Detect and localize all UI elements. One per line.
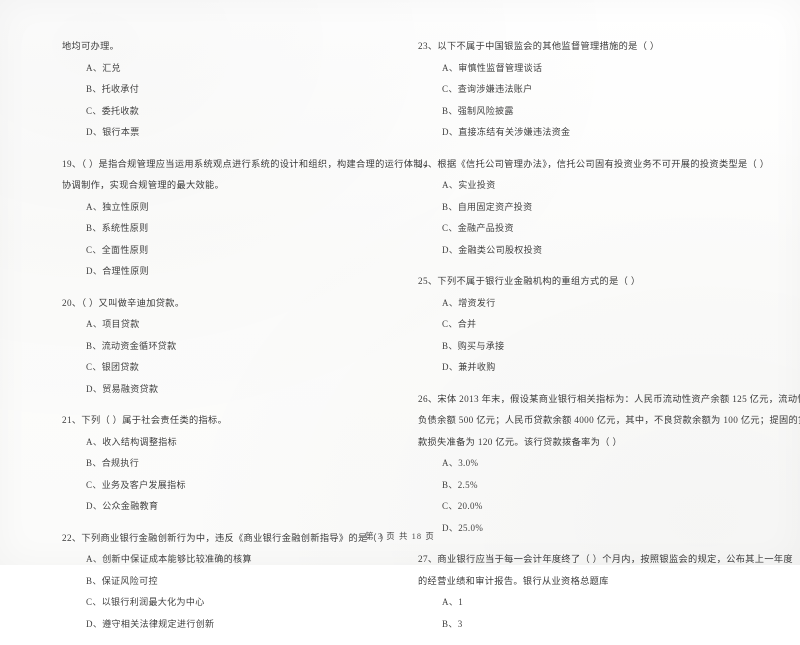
option-item[interactable]: B、强制风险披露 [418, 101, 728, 123]
question-block-24: 24、根据《信托公司管理办法》，信托公司固有投资业务不可开展的投资类型是（ ） … [418, 154, 770, 262]
option-item[interactable]: A、独立性原则 [62, 197, 372, 219]
question-stem-line: 19、（ ）是指合规管理应当运用系统观点进行系统的设计和组织，构建合理的运行体制… [62, 158, 433, 169]
option-item[interactable]: B、系统性原则 [62, 218, 372, 240]
question-block-continuation: 地均可办理。 A、汇兑 B、托收承付 C、委托收款 D、银行本票 [62, 36, 372, 144]
option-item[interactable]: C、委托收款 [62, 101, 372, 123]
option-item[interactable]: A、增资发行 [418, 293, 728, 315]
option-item[interactable]: A、3.0% [418, 453, 728, 475]
option-item[interactable]: D、合理性原则 [62, 261, 372, 283]
option-item[interactable]: B、自用固定资产投资 [418, 197, 728, 219]
page-number-footer: 第 3 页 共 18 页 [365, 532, 435, 541]
option-item[interactable]: C、20.0% [418, 496, 728, 518]
option-item[interactable]: B、合规执行 [62, 453, 372, 475]
continuation-stem-text: 地均可办理。 [62, 41, 120, 51]
option-list-20: A、项目贷款 B、流动资金循环贷款 C、银团贷款 D、贸易融资贷款 [62, 314, 372, 400]
question-stem-line: 26、宋体 2013 年末，假设某商业银行相关指标为：人民币流动性资产余额 12… [418, 393, 800, 404]
option-item[interactable]: B、购买与承接 [418, 336, 728, 358]
question-block-26: 26、宋体 2013 年末，假设某商业银行相关指标为：人民币流动性资产余额 12… [418, 389, 800, 540]
option-item[interactable]: B、2.5% [418, 475, 728, 497]
question-block-20: 20、（ ）又叫做辛迪加贷款。 A、项目贷款 B、流动资金循环贷款 C、银团贷款… [62, 293, 372, 401]
option-item[interactable]: D、金融类公司股权投资 [418, 240, 728, 262]
question-block-21: 21、下列（ ）属于社会责任类的指标。 A、收入结构调整指标 B、合规执行 C、… [62, 410, 372, 518]
option-item[interactable]: D、贸易融资贷款 [62, 379, 372, 401]
question-stem-line: 25、下列不属于银行业金融机构的重组方式的是（ ） [418, 276, 641, 286]
left-question-column: 地均可办理。 A、汇兑 B、托收承付 C、委托收款 D、银行本票 19、（ ）是… [62, 36, 433, 645]
option-item[interactable]: A、项目贷款 [62, 314, 372, 336]
option-item[interactable]: D、直接冻结有关涉嫌违法资金 [418, 122, 728, 144]
option-item[interactable]: D、公众金融教育 [62, 496, 372, 518]
question-stem-line: 款损失准备为 120 亿元。该行贷款拨备率为（ ） [418, 436, 622, 447]
option-item[interactable]: C、查询涉嫌违法账户 [418, 79, 728, 101]
question-stem-line: 24、根据《信托公司管理办法》，信托公司固有投资业务不可开展的投资类型是（ ） [418, 158, 770, 169]
option-list-19: A、独立性原则 B、系统性原则 C、全面性原则 D、合理性原则 [62, 197, 372, 283]
question-stem-line: 23、以下不属于中国银监会的其他监督管理措施的是（ ） [418, 41, 660, 51]
option-list-25: A、增资发行 C、合并 B、购买与承接 D、兼并收购 [418, 293, 728, 379]
option-item[interactable]: D、遵守相关法律规定进行创新 [62, 614, 372, 636]
continuation-option-list: A、汇兑 B、托收承付 C、委托收款 D、银行本票 [62, 58, 372, 144]
question-stem-line: 21、下列（ ）属于社会责任类的指标。 [62, 415, 228, 425]
question-block-23: 23、以下不属于中国银监会的其他监督管理措施的是（ ） A、审慎性监督管理谈话 … [418, 36, 728, 144]
option-item[interactable]: A、创新中保证成本能够比较准确的核算 [62, 549, 372, 571]
question-stem-line: 27、商业银行应当于每一会计年度终了（ ）个月内，按照银监会的规定，公布其上一年… [418, 554, 793, 564]
right-question-column: 23、以下不属于中国银监会的其他监督管理措施的是（ ） A、审慎性监督管理谈话 … [418, 36, 800, 645]
question-block-27: 27、商业银行应当于每一会计年度终了（ ）个月内，按照银监会的规定，公布其上一年… [418, 549, 793, 635]
option-item[interactable]: A、1 [418, 592, 728, 614]
exam-page-content: 地均可办理。 A、汇兑 B、托收承付 C、委托收款 D、银行本票 19、（ ）是… [0, 0, 800, 629]
option-item[interactable]: C、以银行利润最大化为中心 [62, 592, 372, 614]
option-item[interactable]: C、金融产品投资 [418, 218, 728, 240]
question-block-19: 19、（ ）是指合规管理应当运用系统观点进行系统的设计和组织，构建合理的运行体制… [62, 154, 433, 283]
option-list-26: A、3.0% B、2.5% C、20.0% D、25.0% [418, 453, 728, 539]
question-stem-line: 20、（ ）又叫做辛迪加贷款。 [62, 297, 185, 308]
question-block-25: 25、下列不属于银行业金融机构的重组方式的是（ ） A、增资发行 C、合并 B、… [418, 271, 728, 379]
option-item[interactable]: A、汇兑 [62, 58, 372, 80]
option-list-21: A、收入结构调整指标 B、合规执行 C、业务及客户发展指标 D、公众金融教育 [62, 432, 372, 518]
option-list-27: A、1 B、3 [418, 592, 728, 635]
option-item[interactable]: B、托收承付 [62, 79, 372, 101]
option-item[interactable]: B、3 [418, 614, 728, 636]
option-item[interactable]: C、银团贷款 [62, 357, 372, 379]
option-item[interactable]: A、审慎性监督管理谈话 [418, 58, 728, 80]
option-item[interactable]: B、保证风险可控 [62, 571, 372, 593]
option-item[interactable]: D、银行本票 [62, 122, 372, 144]
option-item[interactable]: D、兼并收购 [418, 357, 728, 379]
option-list-24: A、实业投资 B、自用固定资产投资 C、金融产品投资 D、金融类公司股权投资 [418, 175, 728, 261]
option-item[interactable]: A、收入结构调整指标 [62, 432, 372, 454]
question-stem-line: 的经营业绩和审计报告。银行从业资格总题库 [418, 575, 609, 586]
option-item[interactable]: B、流动资金循环贷款 [62, 336, 372, 358]
option-list-22: A、创新中保证成本能够比较准确的核算 B、保证风险可控 C、以银行利润最大化为中… [62, 549, 372, 635]
option-item[interactable]: A、实业投资 [418, 175, 728, 197]
option-item[interactable]: C、合并 [418, 314, 728, 336]
option-item[interactable]: C、业务及客户发展指标 [62, 475, 372, 497]
option-item[interactable]: C、全面性原则 [62, 240, 372, 262]
option-list-23: A、审慎性监督管理谈话 C、查询涉嫌违法账户 B、强制风险披露 D、直接冻结有关… [418, 58, 728, 144]
question-stem-line: 协调制作，实现合规管理的最大效能。 [62, 180, 225, 190]
question-block-22: 22、下列商业银行金融创新行为中，违反《商业银行金融创新指导》的是（ ） A、创… [62, 528, 389, 636]
question-stem-line: 负债余额 500 亿元；人民币贷款余额 4000 亿元，其中，不良贷款余额为 1… [418, 415, 800, 425]
